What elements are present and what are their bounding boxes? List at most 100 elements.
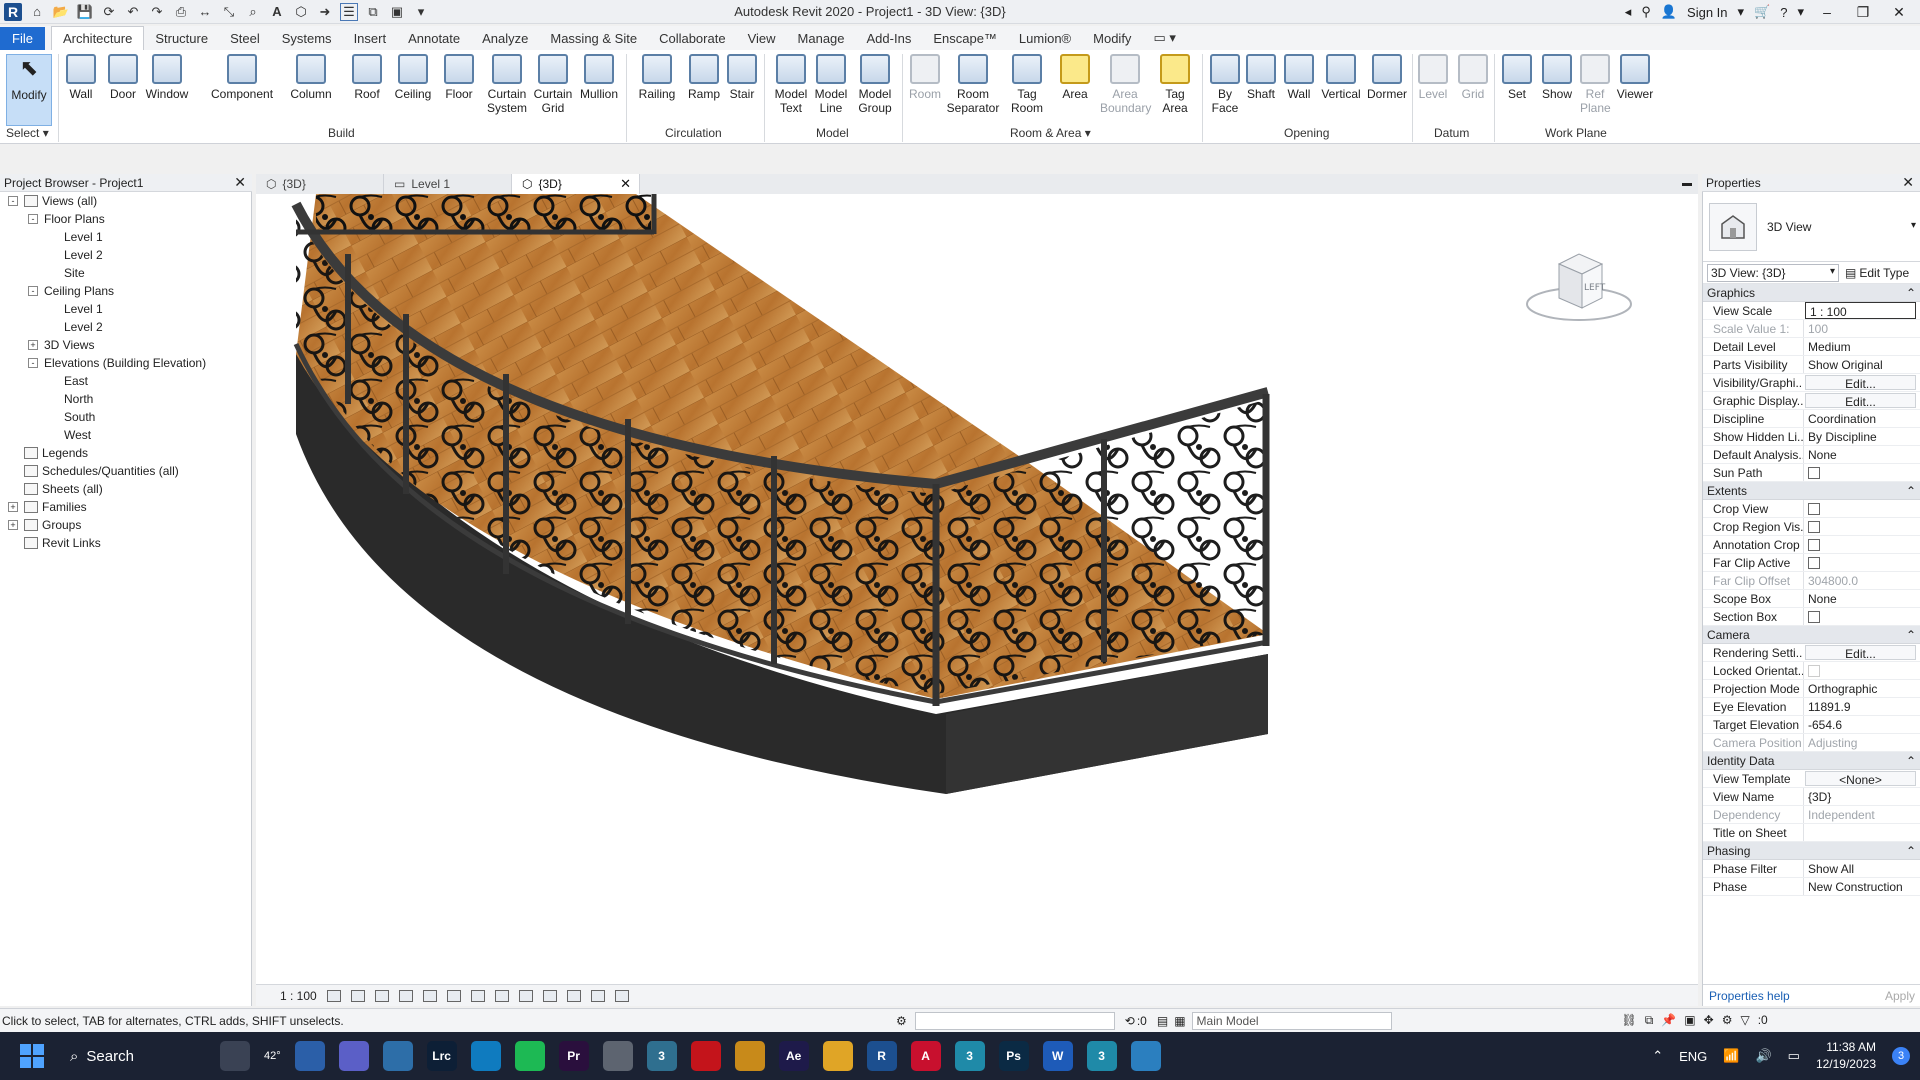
weather-temp[interactable]: 42°	[264, 1050, 281, 1062]
select-underlay-icon[interactable]: ⧉	[1645, 1013, 1654, 1028]
close-icon[interactable]: ✕	[1902, 174, 1914, 191]
editable-only-icon[interactable]: ⟲	[1125, 1014, 1135, 1028]
property-value[interactable]: Orthographic	[1803, 680, 1920, 697]
grid-tool-button[interactable]: Grid	[1450, 54, 1496, 126]
close-tab-icon[interactable]: ✕	[620, 176, 631, 192]
ceiling-tool-button[interactable]: Ceiling	[390, 54, 436, 126]
user-icon[interactable]: 👤	[1661, 4, 1677, 20]
property-value[interactable]: {3D}	[1803, 788, 1920, 805]
taskbar-app-task-view[interactable]	[220, 1041, 250, 1071]
railing-tool-button[interactable]: Railing	[634, 54, 680, 126]
taskbar-app-app-3[interactable]: 3	[646, 1041, 677, 1071]
vertical-opening-tool-button[interactable]: Vertical	[1318, 54, 1364, 126]
tree-item[interactable]: Revit Links	[0, 534, 251, 552]
shadows-icon[interactable]	[398, 989, 413, 1002]
component-tool-button[interactable]: Component	[211, 54, 273, 126]
window-tool-button[interactable]: Window	[144, 54, 190, 126]
workset-selector[interactable]	[914, 1011, 1115, 1030]
wall-tool-button[interactable]: Wall	[58, 54, 104, 126]
checkbox[interactable]	[1808, 539, 1820, 551]
taskbar-app-3dsmax-2[interactable]: 3	[1086, 1041, 1117, 1071]
property-value[interactable]: New Construction	[1803, 878, 1920, 895]
tree-item[interactable]: South	[0, 408, 251, 426]
checkbox[interactable]	[1808, 611, 1820, 623]
tab-collaborate[interactable]: Collaborate	[648, 27, 737, 50]
property-value[interactable]: Show Original	[1803, 356, 1920, 373]
property-value[interactable]: 11891.9	[1803, 698, 1920, 715]
select-panel-dropdown[interactable]: Select ▾	[6, 126, 49, 140]
tree-item[interactable]: + Families	[0, 498, 251, 516]
taskbar-app-photos[interactable]	[382, 1041, 413, 1071]
select-pinned-icon[interactable]: 📌	[1661, 1013, 1676, 1028]
temporary-hide-icon[interactable]	[518, 989, 533, 1002]
visual-style-icon[interactable]	[350, 989, 365, 1002]
model-group-tool-button[interactable]: Model Group	[852, 54, 898, 126]
tree-item[interactable]: +3D Views	[0, 336, 251, 354]
tree-item[interactable]: Site	[0, 264, 251, 282]
filter-icon[interactable]: ▽	[1740, 1013, 1749, 1028]
rendering-icon[interactable]	[422, 989, 437, 1002]
tab-architecture[interactable]: Architecture	[50, 26, 145, 50]
instance-selector[interactable]: 3D View: {3D} ▾	[1707, 263, 1839, 282]
tree-item[interactable]: - Views (all)	[0, 192, 251, 210]
view-tab-3d-active[interactable]: ⬡ {3D} ✕	[512, 174, 640, 194]
area-tool-button[interactable]: Area	[1052, 54, 1098, 126]
collapse-section-icon[interactable]: ⌃	[1906, 628, 1916, 642]
tab-view[interactable]: View	[737, 27, 787, 50]
expand-icon[interactable]: +	[28, 340, 38, 350]
worksets-icon[interactable]: ⚙	[896, 1014, 907, 1028]
property-value[interactable]: 100	[1803, 320, 1920, 337]
room-separator-tool-button[interactable]: Room Separator	[947, 54, 999, 126]
property-section-header[interactable]: Phasing ⌃	[1703, 842, 1920, 860]
collapse-icon[interactable]: -	[28, 286, 38, 296]
collapse-icon[interactable]: -	[28, 358, 38, 368]
lock-view-icon[interactable]	[494, 989, 509, 1002]
crop-view-icon[interactable]	[446, 989, 461, 1002]
column-tool-button[interactable]: Column	[288, 54, 334, 126]
tab-list-dropdown-icon[interactable]: ▬	[1682, 178, 1692, 189]
tab-analyze[interactable]: Analyze	[471, 27, 539, 50]
3d-view-canvas[interactable]: LEFT	[256, 194, 1698, 984]
tag-room-tool-button[interactable]: Tag Room	[1004, 54, 1050, 126]
property-checkbox[interactable]	[1803, 500, 1920, 517]
design-options-icon[interactable]: ▤	[1157, 1014, 1168, 1028]
taskbar-app-spotify[interactable]	[514, 1041, 545, 1071]
taskbar-app-opera[interactable]	[690, 1041, 721, 1071]
view-cube[interactable]: LEFT	[1524, 246, 1634, 329]
apply-button[interactable]: Apply	[1885, 989, 1915, 1003]
highlight-displacement-icon[interactable]	[614, 989, 629, 1002]
analytical-model-icon[interactable]	[590, 989, 605, 1002]
edit-type-button[interactable]: Edit Type	[1859, 266, 1909, 280]
checkbox[interactable]	[1808, 521, 1820, 533]
curtain-grid-tool-button[interactable]: Curtain Grid	[530, 54, 576, 126]
crop-region-icon[interactable]	[470, 989, 485, 1002]
view-tab-3d[interactable]: ⬡ {3D}	[256, 174, 384, 194]
tree-item[interactable]: + Groups	[0, 516, 251, 534]
taskbar-app-edge[interactable]	[470, 1041, 501, 1071]
sign-in-link[interactable]: Sign In	[1687, 5, 1727, 20]
reveal-hidden-icon[interactable]	[542, 989, 557, 1002]
area-boundary-tool-button[interactable]: Area Boundary	[1100, 54, 1151, 126]
property-value[interactable]: None	[1803, 446, 1920, 463]
model-line-tool-button[interactable]: Model Line	[808, 54, 854, 126]
design-option-selector[interactable]: Main Model	[1191, 1011, 1392, 1030]
dormer-tool-button[interactable]: Dormer	[1364, 54, 1410, 126]
checkbox[interactable]	[1808, 665, 1820, 677]
help-dropdown-icon[interactable]: ▾	[1797, 4, 1804, 20]
property-checkbox[interactable]	[1803, 536, 1920, 553]
expand-icon[interactable]: +	[8, 520, 18, 530]
view-tab-level-1[interactable]: ▭ Level 1	[384, 174, 512, 194]
property-value[interactable]: Edit...	[1805, 393, 1916, 408]
checkbox[interactable]	[1808, 467, 1820, 479]
tab-file[interactable]: File	[0, 27, 45, 50]
roof-tool-button[interactable]: Roof	[344, 54, 390, 126]
property-value[interactable]: -654.6	[1803, 716, 1920, 733]
property-value[interactable]: By Discipline	[1803, 428, 1920, 445]
tab-add-ins[interactable]: Add-Ins	[856, 27, 923, 50]
taskbar-app-premiere[interactable]: Pr	[558, 1041, 589, 1071]
help-icon[interactable]: ?	[1780, 5, 1787, 20]
property-value[interactable]: Edit...	[1805, 645, 1916, 660]
property-value[interactable]: Medium	[1803, 338, 1920, 355]
property-checkbox[interactable]	[1803, 554, 1920, 571]
property-section-header[interactable]: Identity Data ⌃	[1703, 752, 1920, 770]
